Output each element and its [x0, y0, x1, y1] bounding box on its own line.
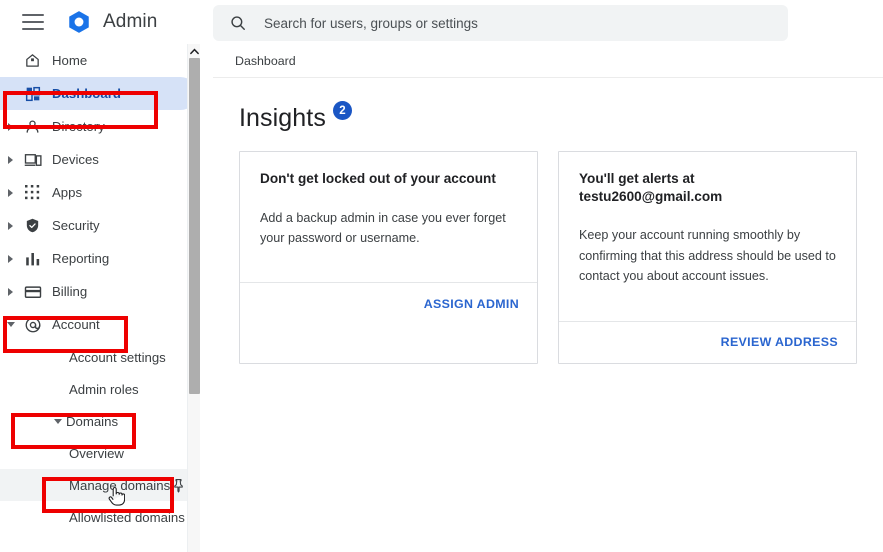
pin-icon[interactable]: [171, 478, 186, 493]
dashboard-content: Insights 2 Don't get locked out of your …: [213, 78, 883, 364]
at-sign-icon: [23, 315, 42, 334]
credit-card-icon: [23, 282, 42, 301]
card-title: You'll get alerts at testu2600@gmail.com: [579, 171, 723, 204]
chevron-right-icon[interactable]: [8, 188, 13, 197]
search-placeholder: Search for users, groups or settings: [264, 15, 478, 31]
insight-card: You'll get alerts at testu2600@gmail.com…: [558, 151, 857, 364]
page-title: Insights: [239, 104, 326, 132]
sidebar-item-label: Account: [52, 317, 100, 332]
google-admin-logo-icon: [69, 11, 89, 33]
sidebar-item-devices[interactable]: Devices: [0, 143, 200, 176]
dashboard-icon: [23, 84, 42, 103]
card-footer: REVIEW ADDRESS: [559, 320, 856, 363]
chevron-down-icon[interactable]: [54, 418, 62, 424]
chevron-up-icon[interactable]: [189, 46, 200, 57]
sidebar-item-account[interactable]: Account: [0, 308, 200, 341]
brand-name: Admin: [103, 11, 158, 32]
person-icon: [23, 117, 42, 136]
card-footer: ASSIGN ADMIN: [240, 282, 537, 324]
search-input[interactable]: Search for users, groups or settings: [213, 5, 788, 41]
chevron-right-icon[interactable]: [8, 287, 13, 296]
sidebar-subitem-label: Allowlisted domains: [69, 509, 185, 525]
sidebar-subitem-label: Manage domains: [69, 477, 171, 493]
insight-cards: Don't get locked out of your account Add…: [239, 151, 857, 364]
sidebar-item-billing[interactable]: Billing: [0, 275, 200, 308]
sidebar-subitem-label: Admin roles: [69, 381, 139, 397]
sidebar-scrollbar[interactable]: [187, 44, 200, 552]
sidebar-item-label: Directory: [52, 119, 105, 134]
hamburger-menu-icon[interactable]: [22, 14, 44, 30]
card-body: You'll get alerts at testu2600@gmail.com…: [559, 152, 856, 321]
card-title: Don't get locked out of your account: [260, 171, 496, 186]
sidebar-item-overview[interactable]: Overview: [0, 437, 200, 469]
main-content: Dashboard Insights 2 Don't get locked ou…: [213, 44, 883, 552]
sidebar-item-account-settings[interactable]: Account settings: [0, 341, 200, 373]
breadcrumb-label: Dashboard: [235, 53, 296, 68]
sidebar-item-label: Devices: [52, 152, 99, 167]
breadcrumb: Dashboard: [213, 44, 883, 78]
sidebar-item-home[interactable]: Home: [0, 44, 200, 77]
brand[interactable]: Admin: [66, 9, 157, 35]
sidebar-subitem-label: Domains: [66, 413, 119, 429]
chevron-right-icon[interactable]: [8, 221, 13, 230]
sidebar-item-label: Billing: [52, 284, 88, 299]
apps-grid-icon: [23, 183, 42, 202]
sidebar-item-label: Reporting: [52, 251, 110, 266]
sidebar-item-security[interactable]: Security: [0, 209, 200, 242]
sidebar: Home Dashboard Directory Devices Apps Se…: [0, 44, 200, 552]
sidebar-item-manage-domains[interactable]: Manage domains: [0, 469, 200, 501]
chevron-right-icon[interactable]: [8, 122, 13, 131]
sidebar-item-label: Apps: [52, 185, 83, 200]
sidebar-item-label: Home: [52, 53, 88, 68]
chevron-right-icon[interactable]: [8, 254, 13, 263]
top-bar: Admin Search for users, groups or settin…: [0, 0, 883, 44]
sidebar-item-label: Dashboard: [52, 86, 121, 101]
chevron-right-icon[interactable]: [8, 155, 13, 164]
devices-icon: [23, 150, 42, 169]
card-description: Add a backup admin in case you ever forg…: [260, 210, 506, 246]
sidebar-item-admin-roles[interactable]: Admin roles: [0, 373, 200, 405]
insights-count-badge: 2: [332, 101, 352, 120]
sidebar-item-label: Security: [52, 218, 100, 233]
admin-console-window: Admin Search for users, groups or settin…: [0, 0, 883, 552]
card-body: Don't get locked out of your account Add…: [240, 152, 537, 282]
card-description: Keep your account running smoothly by co…: [579, 228, 836, 284]
scrollbar-thumb[interactable]: [189, 58, 200, 394]
sidebar-item-reporting[interactable]: Reporting: [0, 242, 200, 275]
assign-admin-button[interactable]: ASSIGN ADMIN: [424, 297, 519, 311]
sidebar-subitem-label: Overview: [69, 445, 124, 461]
sidebar-subitem-label: Account settings: [69, 349, 166, 365]
chevron-down-icon[interactable]: [7, 322, 15, 327]
sidebar-item-apps[interactable]: Apps: [0, 176, 200, 209]
insights-header: Insights 2: [239, 101, 857, 132]
sidebar-item-directory[interactable]: Directory: [0, 110, 200, 143]
home-icon: [23, 51, 42, 70]
review-address-button[interactable]: REVIEW ADDRESS: [721, 335, 838, 349]
sidebar-item-domains[interactable]: Domains: [0, 405, 200, 437]
sidebar-item-dashboard[interactable]: Dashboard: [0, 77, 197, 110]
search-icon: [231, 16, 245, 30]
insight-card: Don't get locked out of your account Add…: [239, 151, 538, 364]
shield-icon: [23, 216, 42, 235]
sidebar-item-allowlisted-domains[interactable]: Allowlisted domains: [0, 501, 200, 533]
bar-chart-icon: [23, 249, 42, 268]
